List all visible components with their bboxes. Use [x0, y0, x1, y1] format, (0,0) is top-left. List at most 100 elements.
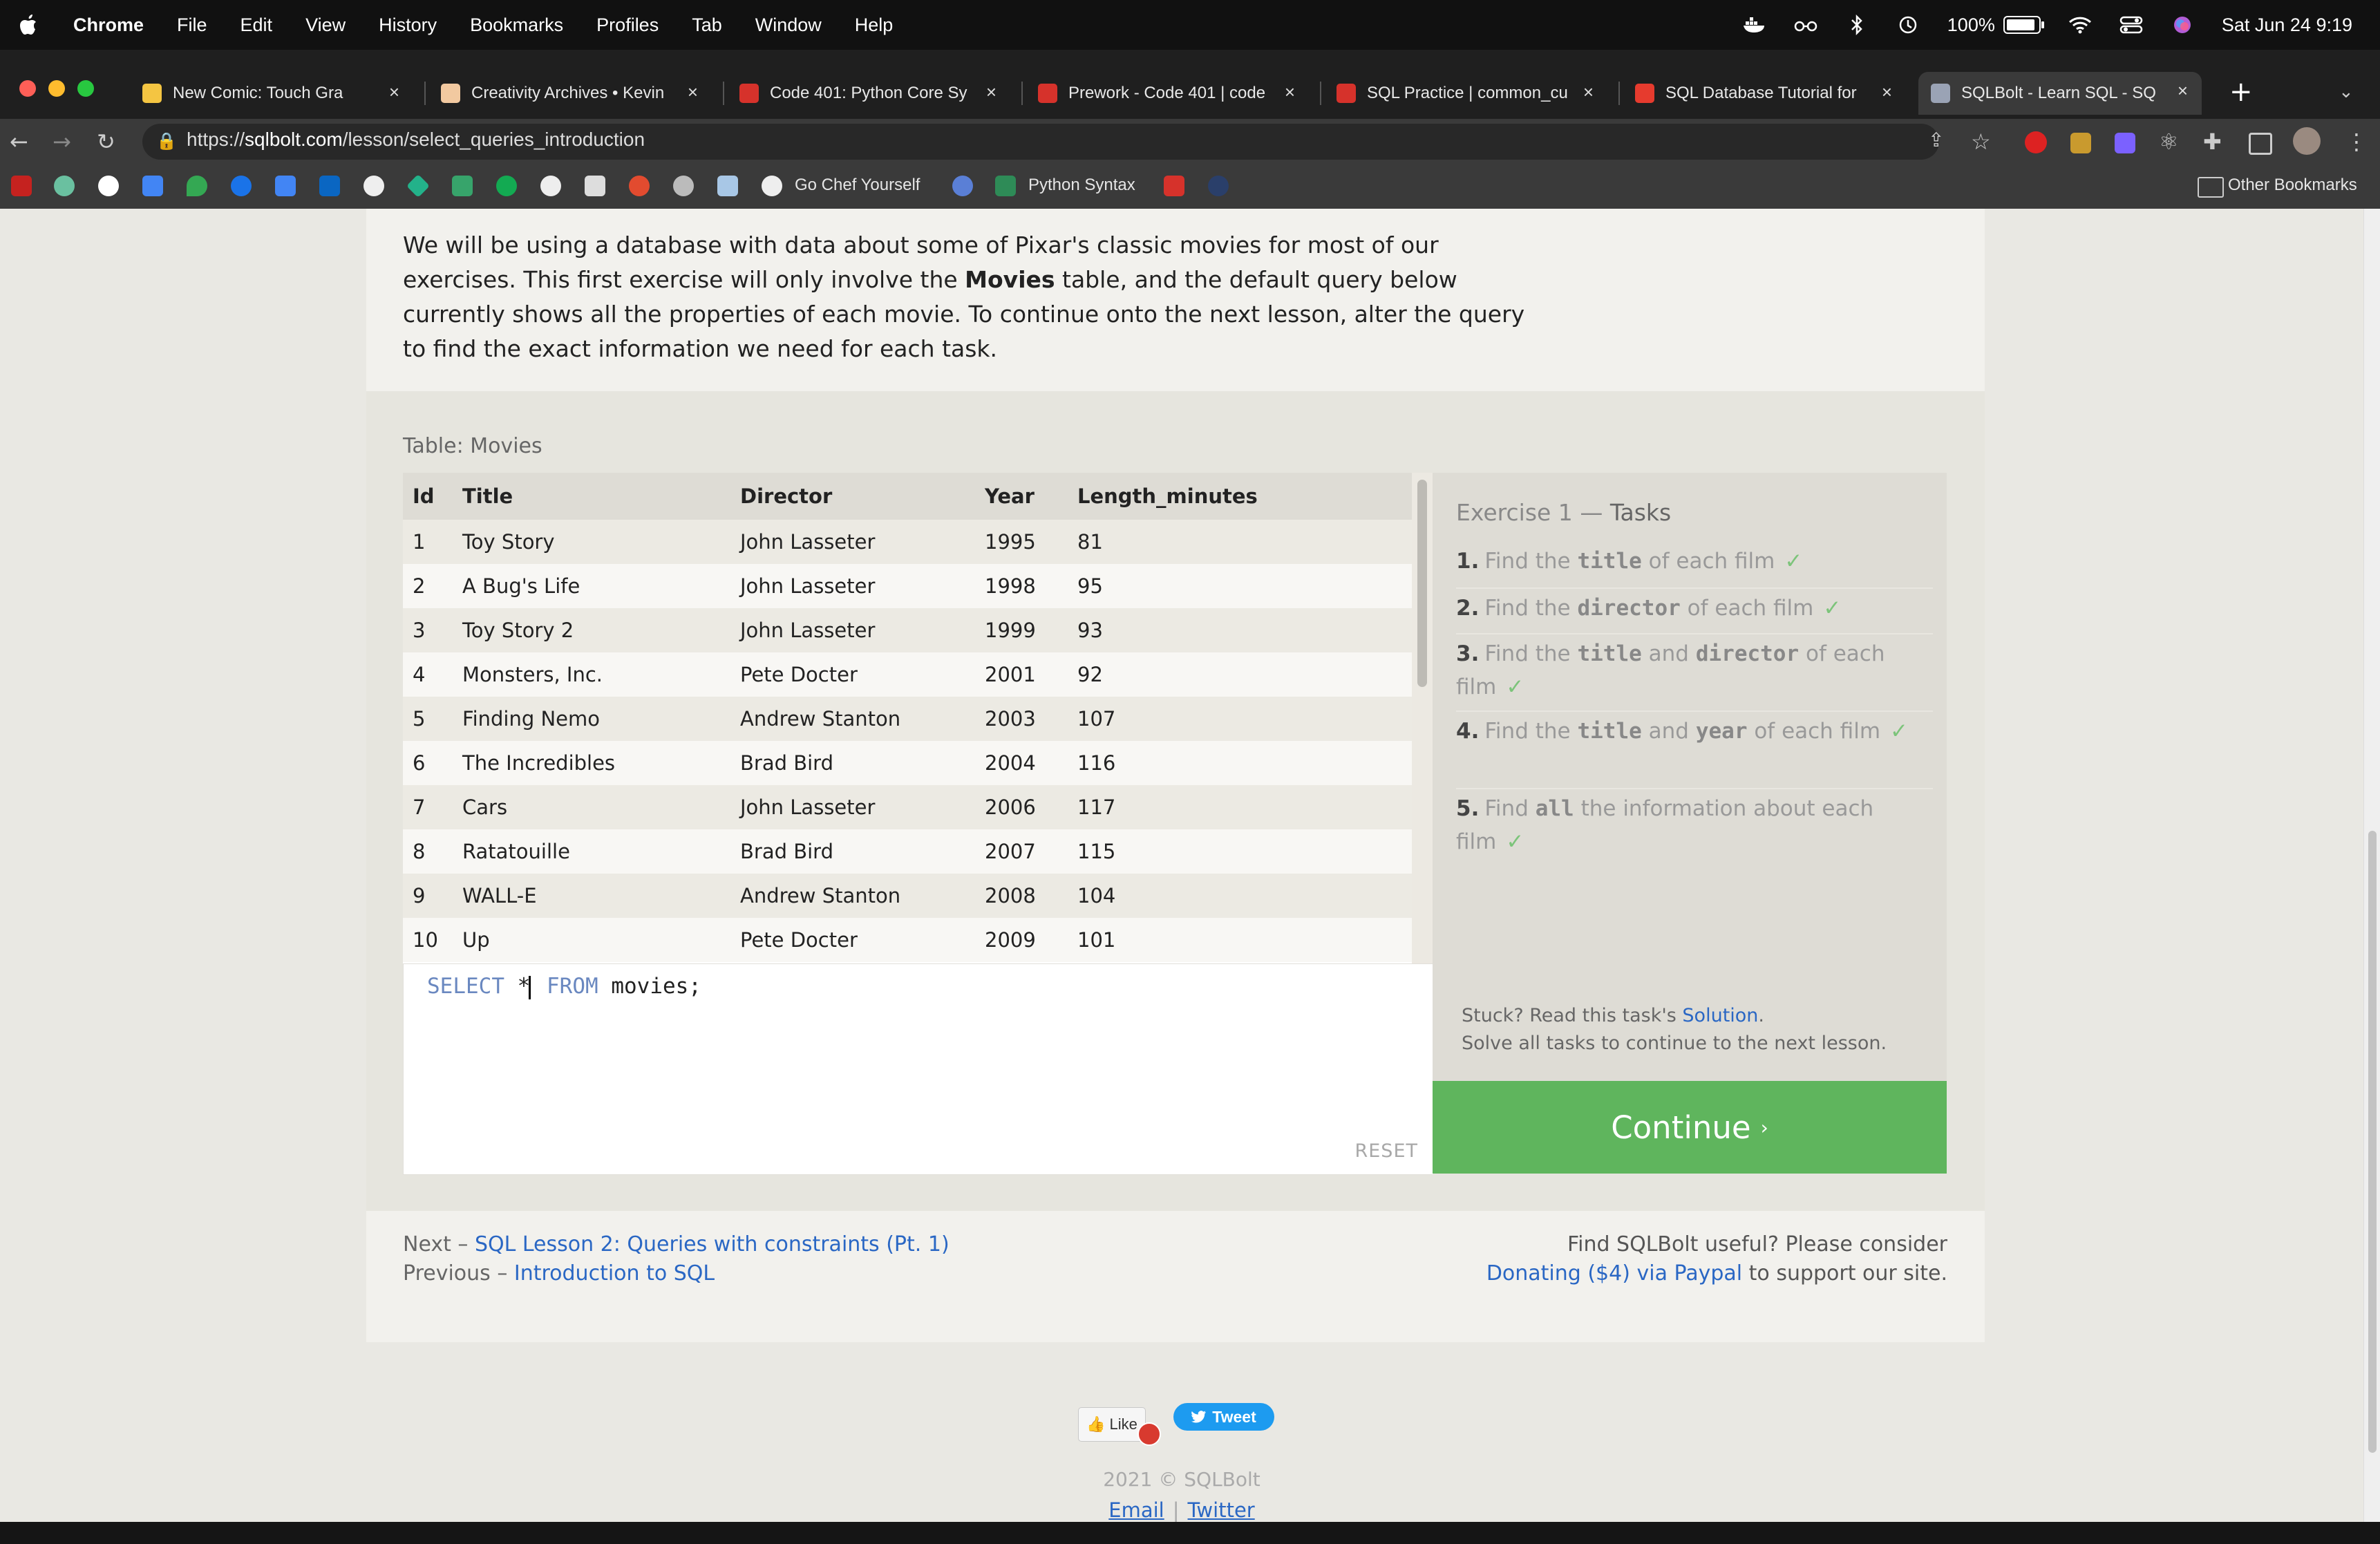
tab-sqlbolt-active[interactable]: SQLBolt - Learn SQL - SQ × — [1918, 72, 2202, 115]
close-icon[interactable]: × — [688, 82, 698, 103]
back-icon[interactable]: ← — [10, 129, 28, 155]
next-lesson-link[interactable]: SQL Lesson 2: Queries with constraints (… — [475, 1232, 950, 1256]
menu-kebab-icon[interactable]: ⋮ — [2345, 129, 2368, 155]
tab-prework[interactable]: Prework - Code 401 | code × — [1026, 76, 1309, 111]
calendar-bookmark-icon[interactable] — [142, 176, 163, 196]
menu-clock[interactable]: Sat Jun 24 9:19 — [2222, 15, 2352, 36]
wifi-icon[interactable] — [2068, 15, 2092, 35]
bookmark-star-icon[interactable]: ☆ — [1971, 129, 1991, 155]
bookmark-python-syntax[interactable]: Python Syntax — [1028, 176, 1135, 195]
menu-profiles[interactable]: Profiles — [596, 15, 659, 36]
github-bookmark-icon[interactable] — [363, 176, 384, 196]
close-icon[interactable]: × — [986, 82, 997, 103]
chat-bookmark-icon[interactable] — [231, 176, 252, 196]
bookmark-icon[interactable] — [952, 176, 973, 196]
globe-bookmark-icon[interactable] — [673, 176, 694, 196]
chevron-down-icon[interactable]: ⌄ — [2339, 82, 2354, 102]
menu-view[interactable]: View — [305, 15, 346, 36]
extension-icon[interactable] — [2070, 133, 2091, 153]
react-devtools-icon[interactable]: ⚛ — [2159, 129, 2179, 155]
tab-sql-database-tutorial[interactable]: SQL Database Tutorial for × — [1623, 76, 1906, 111]
folder-icon[interactable] — [2198, 177, 2224, 198]
reload-icon[interactable]: ↻ — [97, 129, 115, 155]
page-scrollbar[interactable] — [2363, 209, 2380, 1522]
bookmark-go-chef-yourself[interactable]: Go Chef Yourself — [795, 176, 920, 195]
sheet-bookmark-icon[interactable] — [452, 176, 473, 196]
close-window-icon[interactable] — [19, 80, 36, 97]
target-bookmark-icon[interactable] — [629, 176, 650, 196]
zoom-window-icon[interactable] — [77, 80, 94, 97]
bookmark-icon[interactable] — [1208, 176, 1229, 196]
menu-bookmarks[interactable]: Bookmarks — [470, 15, 563, 36]
twitter-link[interactable]: Twitter — [1188, 1498, 1255, 1522]
cell-length: 117 — [1068, 785, 1412, 829]
donate-link[interactable]: Donating ($4) via Paypal — [1486, 1261, 1742, 1286]
adblock-icon[interactable] — [2025, 131, 2047, 153]
tab-creativity-archives[interactable]: Creativity Archives • Kevin × — [428, 76, 712, 111]
forward-icon[interactable]: → — [53, 129, 71, 155]
scrollbar-thumb[interactable] — [1417, 480, 1427, 687]
previous-lesson-link[interactable]: Introduction to SQL — [514, 1261, 715, 1286]
menu-tab[interactable]: Tab — [692, 15, 722, 36]
menu-help[interactable]: Help — [855, 15, 894, 36]
bookmark-other-bookmarks[interactable]: Other Bookmarks — [2228, 176, 2357, 195]
github-bookmark-icon[interactable] — [762, 176, 782, 196]
menu-window[interactable]: Window — [755, 15, 822, 36]
siri-icon[interactable] — [2171, 15, 2194, 35]
maps-bookmark-icon[interactable] — [187, 176, 207, 196]
reset-button[interactable]: RESET — [1354, 1140, 1418, 1162]
bluetooth-icon[interactable] — [1845, 15, 1869, 35]
page-scrollbar-thumb[interactable] — [2368, 831, 2377, 1453]
page-bookmark-icon[interactable] — [717, 176, 738, 196]
docker-icon[interactable] — [1743, 15, 1766, 35]
menu-edit[interactable]: Edit — [240, 15, 273, 36]
close-icon[interactable]: × — [1583, 82, 1594, 103]
mongodb-bookmark-icon[interactable] — [496, 176, 517, 196]
puzzle-extensions-icon[interactable]: ✚ — [2203, 129, 2222, 155]
w3schools-bookmark-icon[interactable] — [995, 176, 1016, 196]
lock-icon[interactable]: 🔒 — [156, 131, 177, 151]
solution-link[interactable]: Solution — [1682, 1005, 1758, 1026]
apple-icon[interactable] — [19, 15, 37, 35]
glasses-icon[interactable] — [1794, 15, 1817, 35]
linkedin-bookmark-icon[interactable] — [319, 176, 340, 196]
menu-file[interactable]: File — [177, 15, 207, 36]
battery-status[interactable]: 100% — [1947, 15, 2044, 36]
close-icon[interactable]: × — [1882, 82, 1892, 103]
chatgpt-bookmark-icon[interactable] — [54, 176, 75, 196]
menu-app-name[interactable]: Chrome — [73, 15, 144, 36]
sql-query-editor[interactable]: SELECT * FROM movies; RESET — [403, 963, 1434, 1175]
continue-button[interactable]: Continue › — [1433, 1081, 1947, 1174]
menu-history[interactable]: History — [379, 15, 437, 36]
avatar[interactable] — [2293, 127, 2321, 155]
docs-bookmark-icon[interactable] — [275, 176, 296, 196]
minimize-window-icon[interactable] — [48, 80, 65, 97]
gmail-bookmark-icon[interactable] — [11, 176, 32, 196]
url-text[interactable]: https://sqlbolt.com/lesson/select_querie… — [187, 129, 645, 151]
email-link[interactable]: Email — [1108, 1498, 1164, 1522]
control-center-icon[interactable] — [2119, 15, 2143, 35]
side-panel-icon[interactable] — [2249, 133, 2272, 155]
tab-code-401[interactable]: Code 401: Python Core Sy × — [727, 76, 1010, 111]
tasks-title-tasks: Tasks — [1609, 499, 1672, 526]
share-icon[interactable]: ⇪ — [1928, 129, 1944, 151]
soccer-bookmark-icon[interactable] — [540, 176, 561, 196]
table-scrollbar[interactable] — [1412, 473, 1433, 963]
close-icon[interactable]: × — [2178, 80, 2188, 102]
extension-icon[interactable] — [2115, 133, 2135, 153]
google-bookmark-icon[interactable] — [98, 176, 119, 196]
time-machine-icon[interactable] — [1896, 15, 1920, 35]
movies-table-container[interactable]: Id Title Director Year Length_minutes 1T… — [403, 473, 1412, 963]
tab-sql-practice[interactable]: SQL Practice | common_cu × — [1324, 76, 1607, 111]
close-icon[interactable]: × — [1285, 82, 1295, 103]
notion-bookmark-icon[interactable] — [585, 176, 605, 196]
codefellows-bookmark-icon[interactable] — [1164, 176, 1184, 196]
tab-label: Prework - Code 401 | code — [1068, 84, 1266, 102]
new-tab-icon[interactable]: + — [2229, 76, 2253, 108]
query-text[interactable]: SELECT * FROM movies; — [427, 974, 701, 999]
tab-new-comic[interactable]: New Comic: Touch Gra × — [130, 76, 413, 111]
tweet-button[interactable]: Tweet — [1173, 1403, 1274, 1431]
close-icon[interactable]: × — [389, 82, 399, 103]
facebook-like-button[interactable]: 👍 Like — [1078, 1407, 1146, 1442]
donate-text: to support our site. — [1742, 1261, 1947, 1286]
